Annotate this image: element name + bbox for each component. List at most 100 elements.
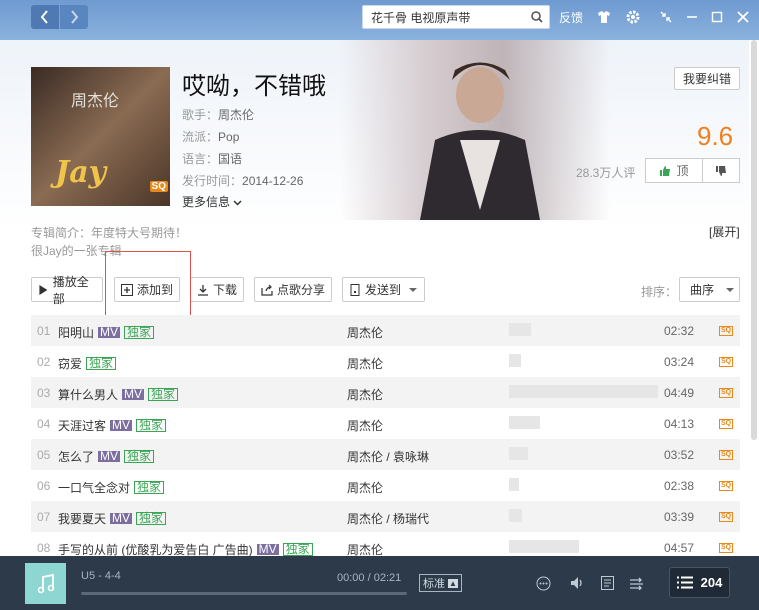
scrollbar[interactable]	[749, 40, 759, 556]
album-cover[interactable]: 周杰伦 Jay SQ	[31, 67, 170, 206]
song-title[interactable]: 窃爱 独家	[58, 355, 117, 372]
report-error-button[interactable]: 我要纠错	[674, 67, 740, 90]
share-button[interactable]: 点歌分享	[254, 277, 332, 302]
sort-select[interactable]: 曲序	[679, 277, 740, 302]
minimize-icon[interactable]	[684, 9, 700, 25]
sq-quality-icon: SQ	[719, 388, 733, 398]
scrollbar-thumb[interactable]	[751, 40, 757, 440]
forward-button[interactable]	[60, 5, 88, 29]
song-artist[interactable]: 周杰伦	[347, 479, 383, 496]
vote-down-button[interactable]	[702, 158, 740, 183]
mv-badge[interactable]: MV	[122, 388, 145, 400]
sq-quality-icon: SQ	[719, 419, 733, 429]
song-number: 04	[37, 417, 51, 431]
search-box[interactable]	[362, 5, 550, 29]
back-button[interactable]	[31, 5, 59, 29]
singer-link[interactable]: 周杰伦	[218, 108, 254, 122]
song-title[interactable]: 算什么男人 MV 独家	[58, 386, 179, 403]
now-playing-title: U5 - 4-4	[81, 570, 121, 582]
close-icon[interactable]	[735, 9, 751, 25]
exclusive-badge: 独家	[136, 419, 167, 432]
song-artist[interactable]: 周杰伦	[347, 386, 383, 403]
language-row: 语言：国语	[182, 152, 243, 166]
skin-icon[interactable]	[596, 9, 612, 25]
exclusive-badge: 独家	[136, 512, 167, 525]
feedback-link[interactable]: 反馈	[559, 9, 583, 26]
sq-quality-icon: SQ	[719, 450, 733, 460]
song-row[interactable]: 07 我要夏天 MV 独家 周杰伦 / 杨瑞代 03:39 SQ	[31, 501, 740, 532]
album-title: 哎呦，不错哦	[182, 73, 326, 100]
mv-badge[interactable]: MV	[256, 543, 279, 555]
more-options-icon[interactable]	[535, 575, 551, 591]
vote-up-button[interactable]: 顶	[645, 158, 703, 183]
progress-bar[interactable]	[81, 592, 407, 595]
song-number: 05	[37, 448, 51, 462]
more-info-link[interactable]: 更多信息	[182, 193, 242, 210]
thumbs-down-icon	[716, 165, 726, 176]
song-row[interactable]: 04 天涯过客 MV 独家 周杰伦 04:13 SQ	[31, 408, 740, 439]
album-intro: 专辑简介：年度特大号期待！	[31, 226, 188, 240]
popularity-bar	[509, 478, 519, 491]
mv-badge[interactable]: MV	[98, 450, 121, 462]
song-title-text: 窃爱	[58, 357, 83, 371]
play-all-button[interactable]: 播放全部	[31, 275, 103, 306]
song-title[interactable]: 怎么了 MV 独家	[58, 448, 155, 465]
mini-mode-icon[interactable]	[658, 9, 674, 25]
mv-badge[interactable]: MV	[110, 419, 133, 431]
mv-badge[interactable]: MV	[98, 326, 121, 338]
song-row[interactable]: 02 窃爱 独家 周杰伦 03:24 SQ	[31, 346, 740, 377]
music-note-icon	[37, 573, 54, 593]
song-number: 01	[37, 324, 51, 338]
maximize-icon[interactable]	[709, 9, 725, 25]
sq-quality-icon: SQ	[719, 543, 733, 553]
song-title[interactable]: 阳明山 MV 独家	[58, 324, 155, 341]
playback-time: 00:00 / 02:21	[337, 572, 402, 584]
rating-count: 28.3万人评	[576, 166, 636, 180]
song-artist[interactable]: 周杰伦	[347, 417, 383, 434]
volume-icon[interactable]	[569, 575, 585, 591]
mv-badge[interactable]: MV	[110, 512, 133, 524]
exclusive-badge: 独家	[148, 388, 179, 401]
search-icon[interactable]	[531, 11, 543, 23]
song-title-text: 天涯过客	[58, 419, 107, 433]
artist-banner-image	[340, 40, 610, 220]
play-mode-icon[interactable]	[628, 575, 644, 591]
popularity-bar	[509, 447, 528, 460]
now-playing-art[interactable]	[25, 563, 66, 604]
cover-artist-text: 周杰伦	[71, 93, 120, 110]
song-row[interactable]: 06 一口气全念对 独家 周杰伦 02:38 SQ	[31, 470, 740, 501]
play-icon	[39, 284, 48, 295]
song-title[interactable]: 天涯过客 MV 独家	[58, 417, 167, 434]
exclusive-badge: 独家	[124, 450, 155, 463]
song-row[interactable]: 01 阳明山 MV 独家 周杰伦 02:32 SQ	[31, 315, 740, 346]
popularity-bar	[509, 323, 531, 336]
song-artist[interactable]: 周杰伦 / 杨瑞代	[347, 510, 429, 527]
song-artist[interactable]: 周杰伦	[347, 324, 383, 341]
song-title[interactable]: 一口气全念对 独家	[58, 479, 165, 496]
cover-title-text: Jay	[55, 155, 107, 190]
popularity-bar	[509, 416, 540, 429]
song-row[interactable]: 03 算什么男人 MV 独家 周杰伦 04:49 SQ	[31, 377, 740, 408]
song-duration: 03:52	[664, 448, 695, 462]
song-title-text: 手写的从前 (优酸乳为爱告白 广告曲)	[58, 543, 253, 557]
song-artist[interactable]: 周杰伦 / 袁咏琳	[347, 448, 429, 465]
song-duration: 02:32	[664, 324, 695, 338]
gear-icon[interactable]	[625, 9, 641, 25]
chevron-left-icon	[40, 10, 48, 24]
song-number: 07	[37, 510, 51, 524]
expand-intro-link[interactable]: [展开]	[709, 223, 740, 240]
quality-toggle[interactable]: 标准 ▲	[419, 574, 462, 592]
send-to-button[interactable]: 发送到	[342, 277, 425, 302]
download-button[interactable]: 下载	[190, 277, 244, 302]
artist-photo-illustration	[420, 62, 540, 220]
cover-sq-badge: SQ	[149, 181, 168, 192]
playlist-button[interactable]: 204	[669, 567, 730, 598]
lyrics-icon[interactable]	[599, 575, 615, 591]
song-title[interactable]: 我要夏天 MV 独家	[58, 510, 167, 527]
song-title-text: 算什么男人	[58, 388, 119, 402]
song-number: 02	[37, 355, 51, 369]
song-artist[interactable]: 周杰伦	[347, 355, 383, 372]
search-input[interactable]	[363, 6, 523, 28]
song-row[interactable]: 05 怎么了 MV 独家 周杰伦 / 袁咏琳 03:52 SQ	[31, 439, 740, 470]
chevron-down-icon	[233, 200, 242, 206]
